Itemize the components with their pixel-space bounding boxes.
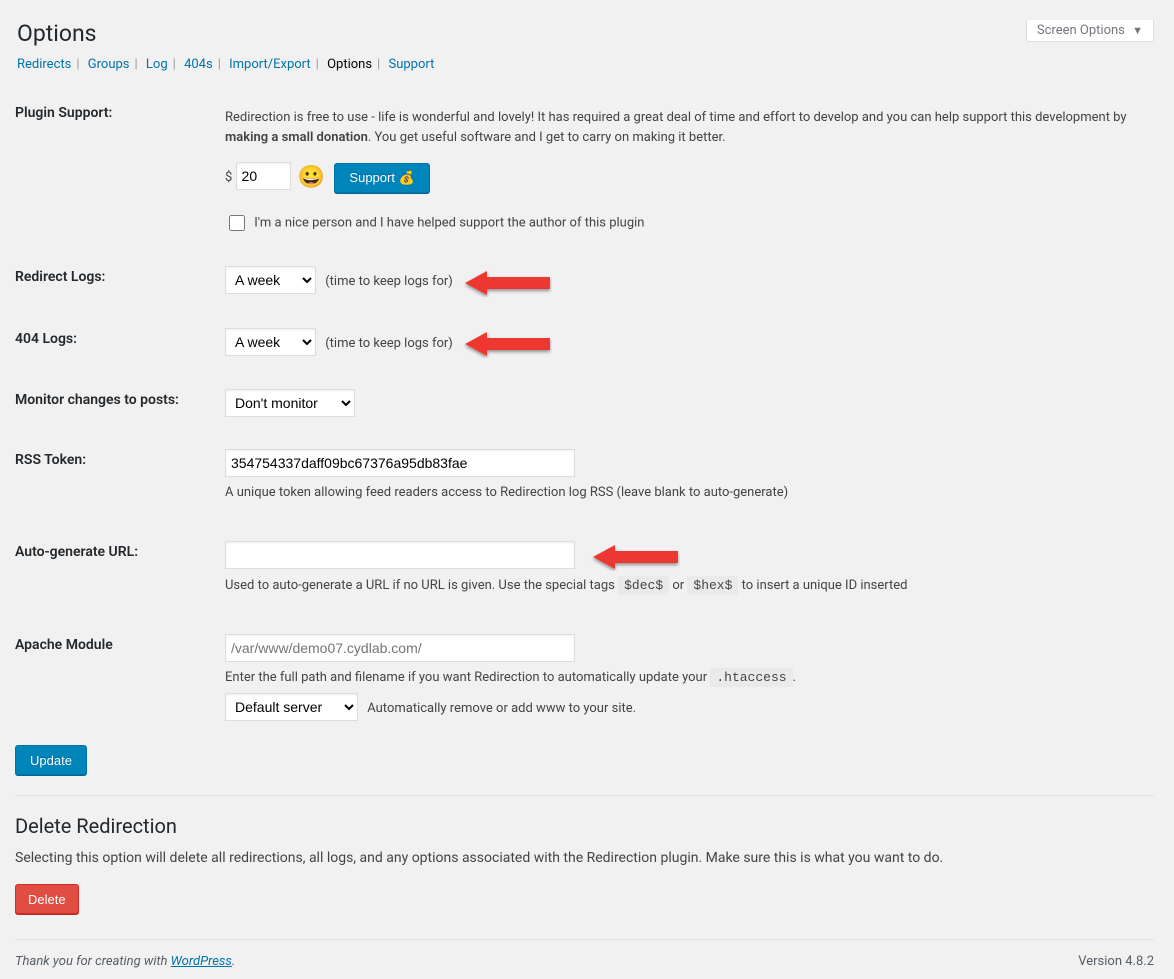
redirect-logs-label: Redirect Logs: <box>15 254 225 316</box>
screen-options-toggle[interactable]: Screen Options ▼ <box>1026 20 1154 42</box>
footer-thanks: Thank you for creating with WordPress. <box>15 954 235 969</box>
version-text: Version 4.8.2 <box>1078 954 1154 969</box>
page-title: Options <box>17 20 1154 47</box>
apache-note: Enter the full path and filename if you … <box>225 668 1144 688</box>
rss-token-input[interactable] <box>225 449 575 477</box>
monitor-label: Monitor changes to posts: <box>15 377 225 437</box>
404-logs-label: 404 Logs: <box>15 316 225 378</box>
tab-nav: Redirects| Groups| Log| 404s| Import/Exp… <box>17 57 1154 72</box>
www-select[interactable]: Default server <box>225 693 358 721</box>
delete-heading: Delete Redirection <box>15 814 1154 838</box>
plugin-support-desc: Redirection is free to use - life is won… <box>225 108 1144 147</box>
nice-person-label: I'm a nice person and I have helped supp… <box>254 215 644 230</box>
tab-import-export[interactable]: Import/Export <box>229 57 311 72</box>
arrow-annotation-icon <box>462 330 552 358</box>
delete-desc: Selecting this option will delete all re… <box>15 850 1154 866</box>
update-button[interactable]: Update <box>15 745 87 775</box>
auto-url-label: Auto-generate URL: <box>15 529 225 622</box>
smile-emoji-icon: 😀 <box>298 165 325 190</box>
tab-404s[interactable]: 404s <box>184 57 213 72</box>
support-button[interactable]: Support 💰 <box>334 163 429 193</box>
plugin-support-label: Plugin Support: <box>15 90 225 254</box>
tab-groups[interactable]: Groups <box>88 57 130 72</box>
404-logs-select[interactable]: A week <box>225 328 316 356</box>
nice-person-checkbox[interactable] <box>229 215 245 231</box>
rss-token-label: RSS Token: <box>15 437 225 529</box>
tab-log[interactable]: Log <box>146 57 168 72</box>
arrow-annotation-icon <box>590 543 680 571</box>
tab-options[interactable]: Options <box>327 57 372 72</box>
chevron-down-icon: ▼ <box>1132 24 1143 37</box>
www-note: Automatically remove or add www to your … <box>367 701 636 716</box>
tab-redirects[interactable]: Redirects <box>17 57 71 72</box>
wordpress-link[interactable]: WordPress <box>171 954 232 969</box>
currency-symbol: $ <box>225 170 232 185</box>
divider <box>15 795 1154 796</box>
screen-options-label: Screen Options <box>1037 23 1125 38</box>
delete-button[interactable]: Delete <box>15 884 79 914</box>
monitor-select[interactable]: Don't monitor <box>225 389 355 417</box>
donation-amount-input[interactable] <box>236 162 291 190</box>
apache-path-input[interactable] <box>225 634 575 662</box>
404-logs-note: (time to keep logs for) <box>325 336 453 351</box>
auto-url-note: Used to auto-generate a URL if no URL is… <box>225 576 1144 596</box>
auto-url-input[interactable] <box>225 541 575 569</box>
rss-token-note: A unique token allowing feed readers acc… <box>225 483 1144 503</box>
apache-label: Apache Module <box>15 622 225 742</box>
redirect-logs-note: (time to keep logs for) <box>325 274 453 289</box>
redirect-logs-select[interactable]: A week <box>225 266 316 294</box>
arrow-annotation-icon <box>462 269 552 297</box>
tab-support[interactable]: Support <box>388 57 434 72</box>
